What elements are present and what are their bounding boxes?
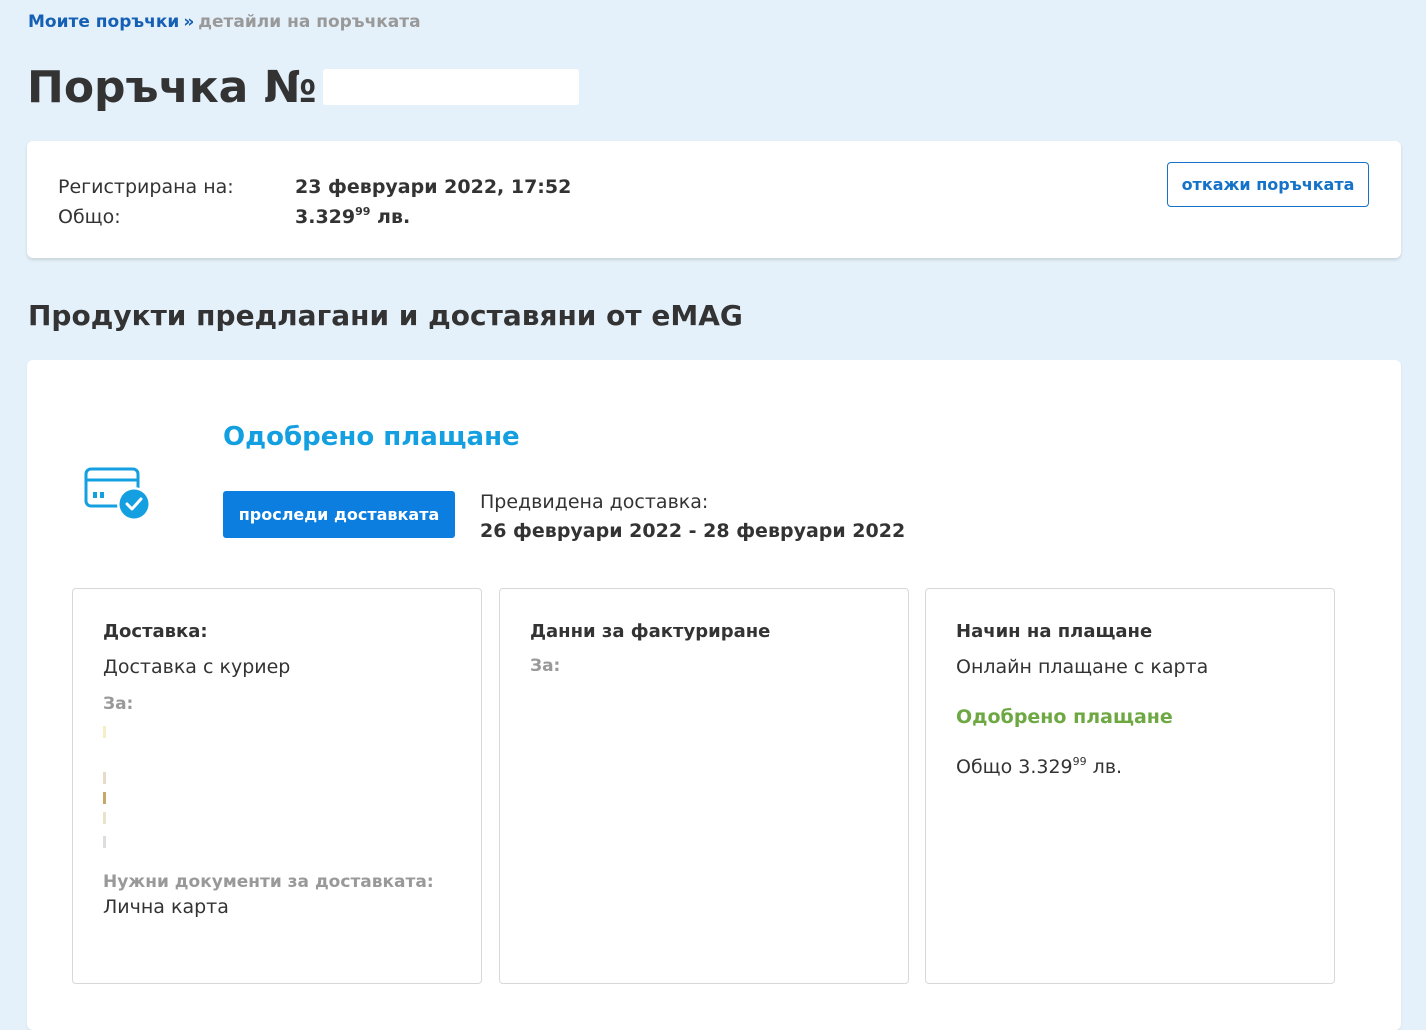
billing-box: Данни за фактуриране За: <box>499 588 909 984</box>
cancel-order-button[interactable]: откажи поръчката <box>1167 162 1369 207</box>
delivery-title: Доставка: <box>103 621 208 642</box>
products-section-title: Продукти предлагани и доставяни от eMAG <box>28 299 743 332</box>
total-cents: 99 <box>355 205 371 218</box>
breadcrumb: Моите поръчки» детайли на поръчката <box>28 12 421 32</box>
registered-label: Регистрирана на: <box>58 176 234 198</box>
delivery-docs-label: Нужни документи за доставката: <box>103 872 434 892</box>
breadcrumb-separator: » <box>183 12 195 32</box>
payment-total-prefix: Общо <box>956 756 1019 778</box>
payment-approved-status: Одобрено плащане <box>956 706 1173 728</box>
payment-status-title: Одобрено плащане <box>223 422 520 452</box>
delivery-docs-value: Лична карта <box>103 896 229 918</box>
products-card: Одобрено плащане проследи доставката Пре… <box>27 360 1401 1030</box>
breadcrumb-current: детайли на поръчката <box>198 12 421 32</box>
payment-title: Начин на плащане <box>956 621 1153 642</box>
delivery-for-label: За: <box>103 694 134 714</box>
total-currency: лв. <box>370 206 411 228</box>
order-summary-card: Регистрирана на: 23 февруари 2022, 17:52… <box>27 141 1401 258</box>
total-label: Общо: <box>58 206 121 228</box>
breadcrumb-my-orders-link[interactable]: Моите поръчки <box>28 12 179 32</box>
order-number-redacted <box>322 69 579 105</box>
total-amount: 3.329 <box>295 206 356 228</box>
delivery-address-redacted <box>103 714 451 872</box>
estimated-delivery-dates: 26 февруари 2022 - 28 февруари 2022 <box>480 520 906 542</box>
payment-total-currency: лв. <box>1086 756 1123 778</box>
estimated-delivery-label: Предвидена доставка: <box>480 491 709 513</box>
payment-box: Начин на плащане Онлайн плащане с карта … <box>925 588 1335 984</box>
payment-total: Общо 3.32999 лв. <box>956 756 1304 778</box>
payment-total-cents: 99 <box>1072 755 1087 768</box>
estimated-delivery: Предвидена доставка: 26 февруари 2022 - … <box>480 488 905 546</box>
billing-for-label: За: <box>530 656 561 676</box>
track-delivery-button[interactable]: проследи доставката <box>223 491 455 538</box>
registered-value: 23 февруари 2022, 17:52 <box>295 176 572 198</box>
page-title: Поръчка № <box>27 62 579 113</box>
delivery-box: Доставка: Доставка с куриер За: Нужни до… <box>72 588 482 984</box>
delivery-method: Доставка с куриер <box>103 656 291 678</box>
payment-total-amount: 3.329 <box>1018 756 1073 778</box>
total-row: Общо: 3.32999 лв. <box>58 202 571 232</box>
card-check-icon <box>84 466 152 522</box>
payment-method: Онлайн плащане с карта <box>956 656 1209 678</box>
billing-title: Данни за фактуриране <box>530 621 771 642</box>
order-title-label: Поръчка № <box>27 62 317 113</box>
order-summary-details: Регистрирана на: 23 февруари 2022, 17:52… <box>58 172 571 232</box>
total-value: 3.32999 лв. <box>295 202 410 232</box>
registered-row: Регистрирана на: 23 февруари 2022, 17:52 <box>58 172 571 202</box>
